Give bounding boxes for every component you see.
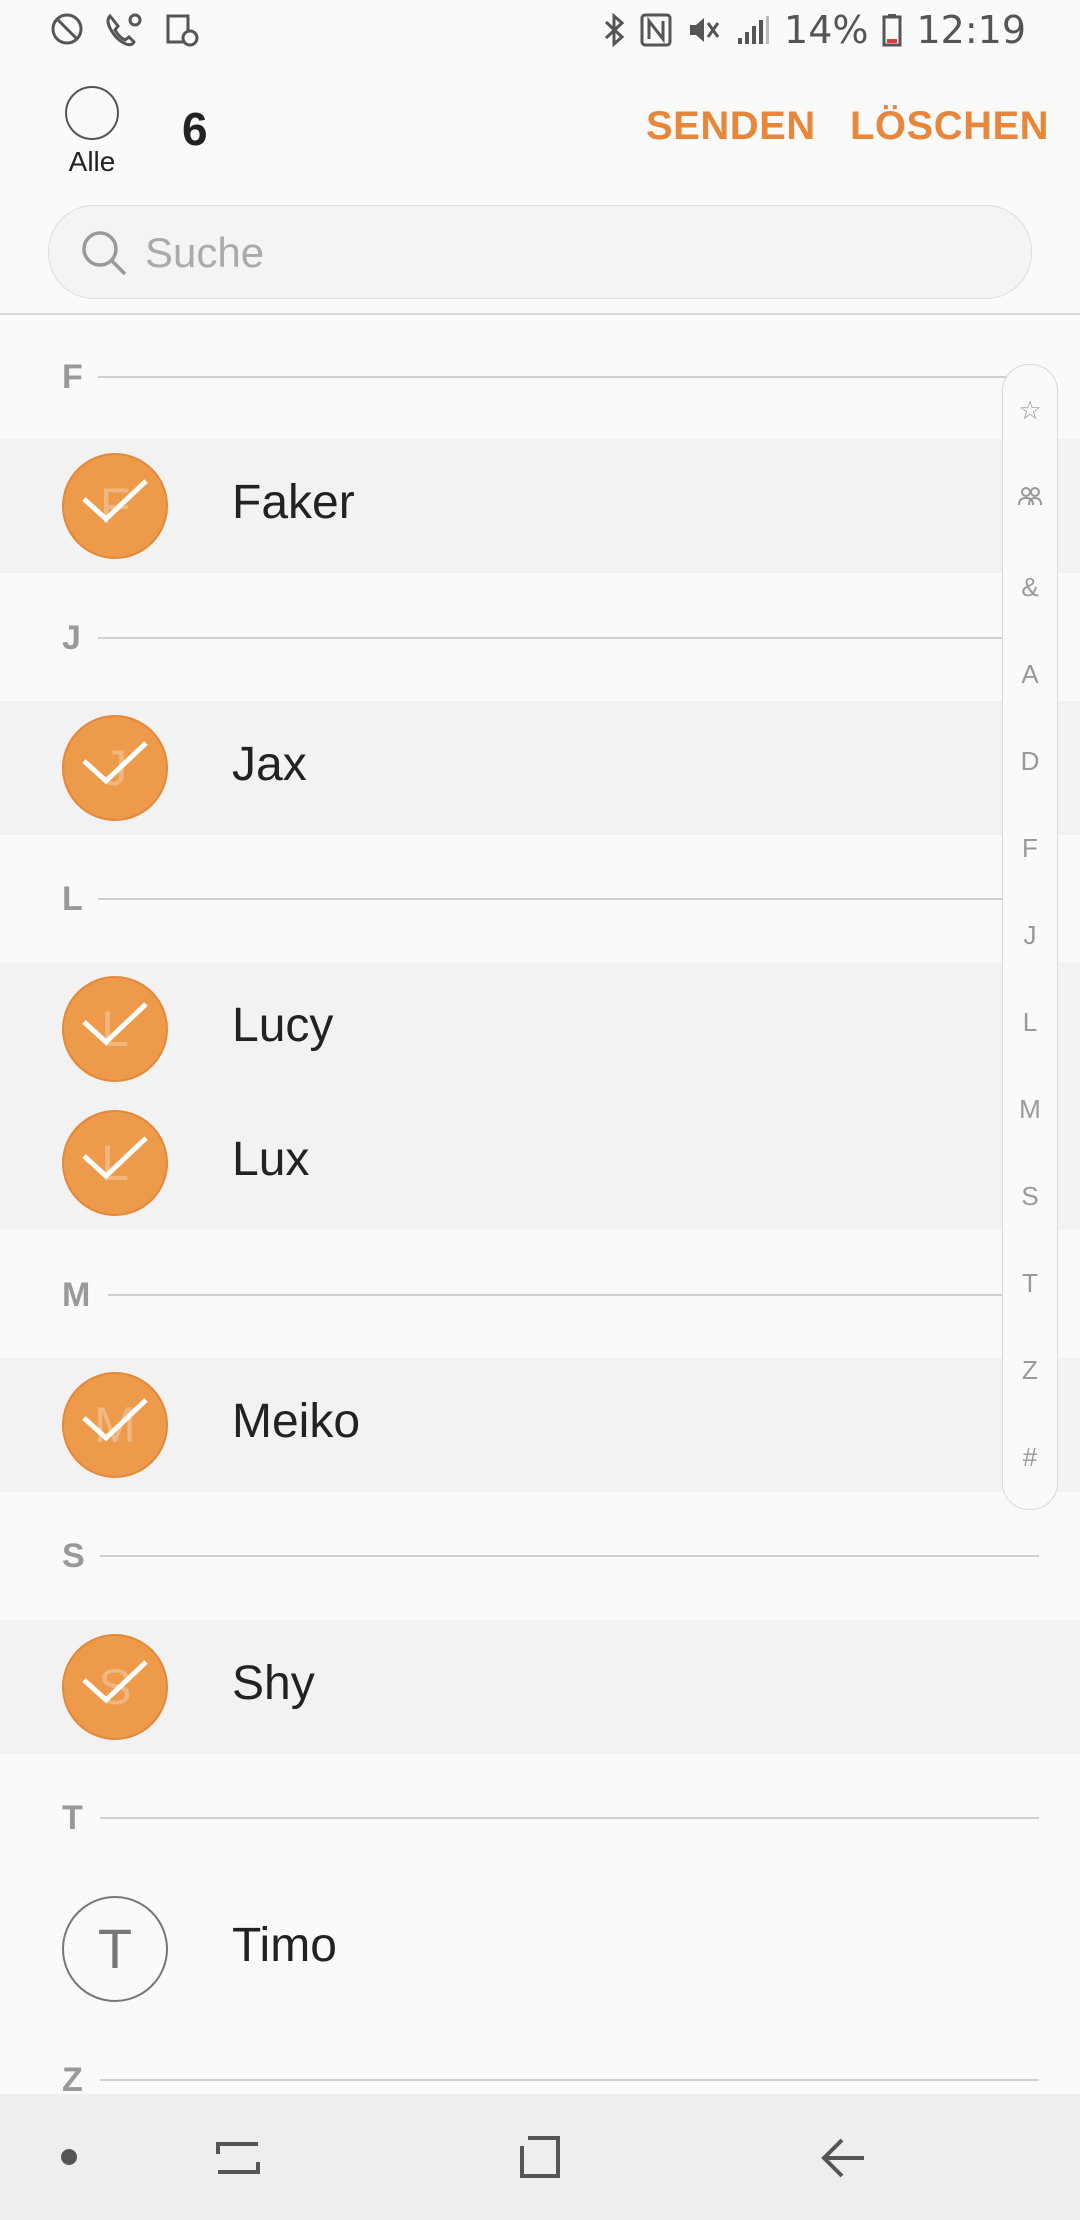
contact-avatar-checked[interactable]: S [62,1634,168,1740]
contact-name: Jax [232,738,307,791]
index-item-s[interactable]: S [1003,1181,1057,1212]
battery-percent: 14% [784,8,869,52]
contact-avatar-checked[interactable]: L [62,976,168,1082]
search-input[interactable] [143,220,1007,286]
delete-button[interactable]: LÖSCHEN [850,104,1049,149]
index-item-ampersand[interactable]: & [1003,572,1057,603]
index-item-l[interactable]: L [1003,1007,1057,1038]
section-header-j: J [0,575,1080,705]
contact-row-faker[interactable]: F Faker [0,439,1080,573]
section-letter: T [62,1799,83,1837]
index-item-t[interactable]: T [1003,1268,1057,1299]
checkmark-icon [82,479,148,523]
index-item-m[interactable]: M [1003,1094,1057,1125]
section-letter: F [62,358,83,396]
contact-name: Meiko [232,1395,361,1448]
contact-row-timo[interactable]: T Timo [0,1882,1080,2016]
screen-timer-icon [166,14,199,47]
section-letter: S [62,1537,85,1575]
checkmark-icon [82,1136,148,1180]
contact-avatar-checked[interactable]: F [62,453,168,559]
home-icon[interactable] [518,2134,562,2180]
clock: 12:19 [916,8,1026,52]
group-icon [1018,487,1042,506]
contact-row-lucy[interactable]: L Lucy [0,962,1080,1096]
section-divider [100,1555,1039,1557]
section-letter: M [62,1276,91,1314]
recent-apps-icon[interactable] [214,2136,262,2180]
index-item-groups[interactable] [1003,485,1057,507]
section-header-t: T [0,1755,1080,1885]
section-header-f: F [0,314,1080,444]
checkmark-icon [82,741,148,785]
mute-icon [690,18,720,42]
index-item-hash[interactable]: # [1003,1442,1057,1473]
contact-avatar-checked[interactable]: L [62,1110,168,1216]
alphabet-index-bar[interactable]: ☆ & A D F J L M S T Z # [1002,364,1058,1510]
nav-dot-icon[interactable] [61,2149,77,2165]
section-header-s: S [0,1493,1080,1623]
battery-icon [882,14,902,47]
select-all-label: Alle [68,146,116,177]
bluetooth-icon [604,13,625,47]
checkmark-icon [82,1398,148,1442]
search-icon [82,231,127,276]
index-item-favorites[interactable]: ☆ [1003,395,1057,426]
selected-count: 6 [182,103,208,155]
section-divider [98,898,1040,900]
section-divider [108,1294,1040,1296]
section-header-l: L [0,836,1080,966]
index-item-d[interactable]: D [1003,746,1057,777]
section-letter: L [62,880,83,918]
section-header-m: M [0,1232,1080,1362]
contact-row-meiko[interactable]: M Meiko [0,1358,1080,1492]
contact-name: Lux [232,1133,310,1186]
contact-avatar-checked[interactable]: J [62,715,168,821]
contact-row-jax[interactable]: J Jax [0,701,1080,835]
nfc-icon [640,13,672,47]
section-divider [98,376,1040,378]
checkmark-icon [82,1002,148,1046]
call-location-icon [106,13,142,47]
select-all-toggle[interactable]: Alle [64,86,120,178]
contact-avatar-checked[interactable]: M [62,1372,168,1478]
blocked-icon [51,13,83,45]
checkmark-icon [82,1660,148,1704]
contact-name: Timo [232,1919,337,1972]
status-bar: 14% 12:19 [0,0,1080,64]
back-icon[interactable] [820,2136,868,2180]
index-item-j[interactable]: J [1003,920,1057,951]
contact-name: Faker [232,476,355,529]
section-divider [100,1817,1039,1819]
contact-row-shy[interactable]: S Shy [0,1620,1080,1754]
contact-name: Lucy [232,999,334,1052]
index-item-f[interactable]: F [1003,833,1057,864]
signal-icon [738,16,770,44]
section-divider [100,2079,1039,2081]
select-all-checkbox[interactable] [65,86,119,140]
section-divider [98,637,1040,639]
search-bar[interactable] [48,205,1032,299]
section-letter: J [62,619,81,657]
contact-avatar[interactable]: T [62,1896,168,2002]
selection-header: Alle 6 SENDEN LÖSCHEN [0,64,1080,194]
contact-row-lux[interactable]: L Lux [0,1096,1080,1230]
navigation-bar [0,2094,1080,2220]
index-item-z[interactable]: Z [1003,1355,1057,1386]
send-button[interactable]: SENDEN [646,104,816,149]
contact-name: Shy [232,1657,315,1710]
index-item-a[interactable]: A [1003,659,1057,690]
